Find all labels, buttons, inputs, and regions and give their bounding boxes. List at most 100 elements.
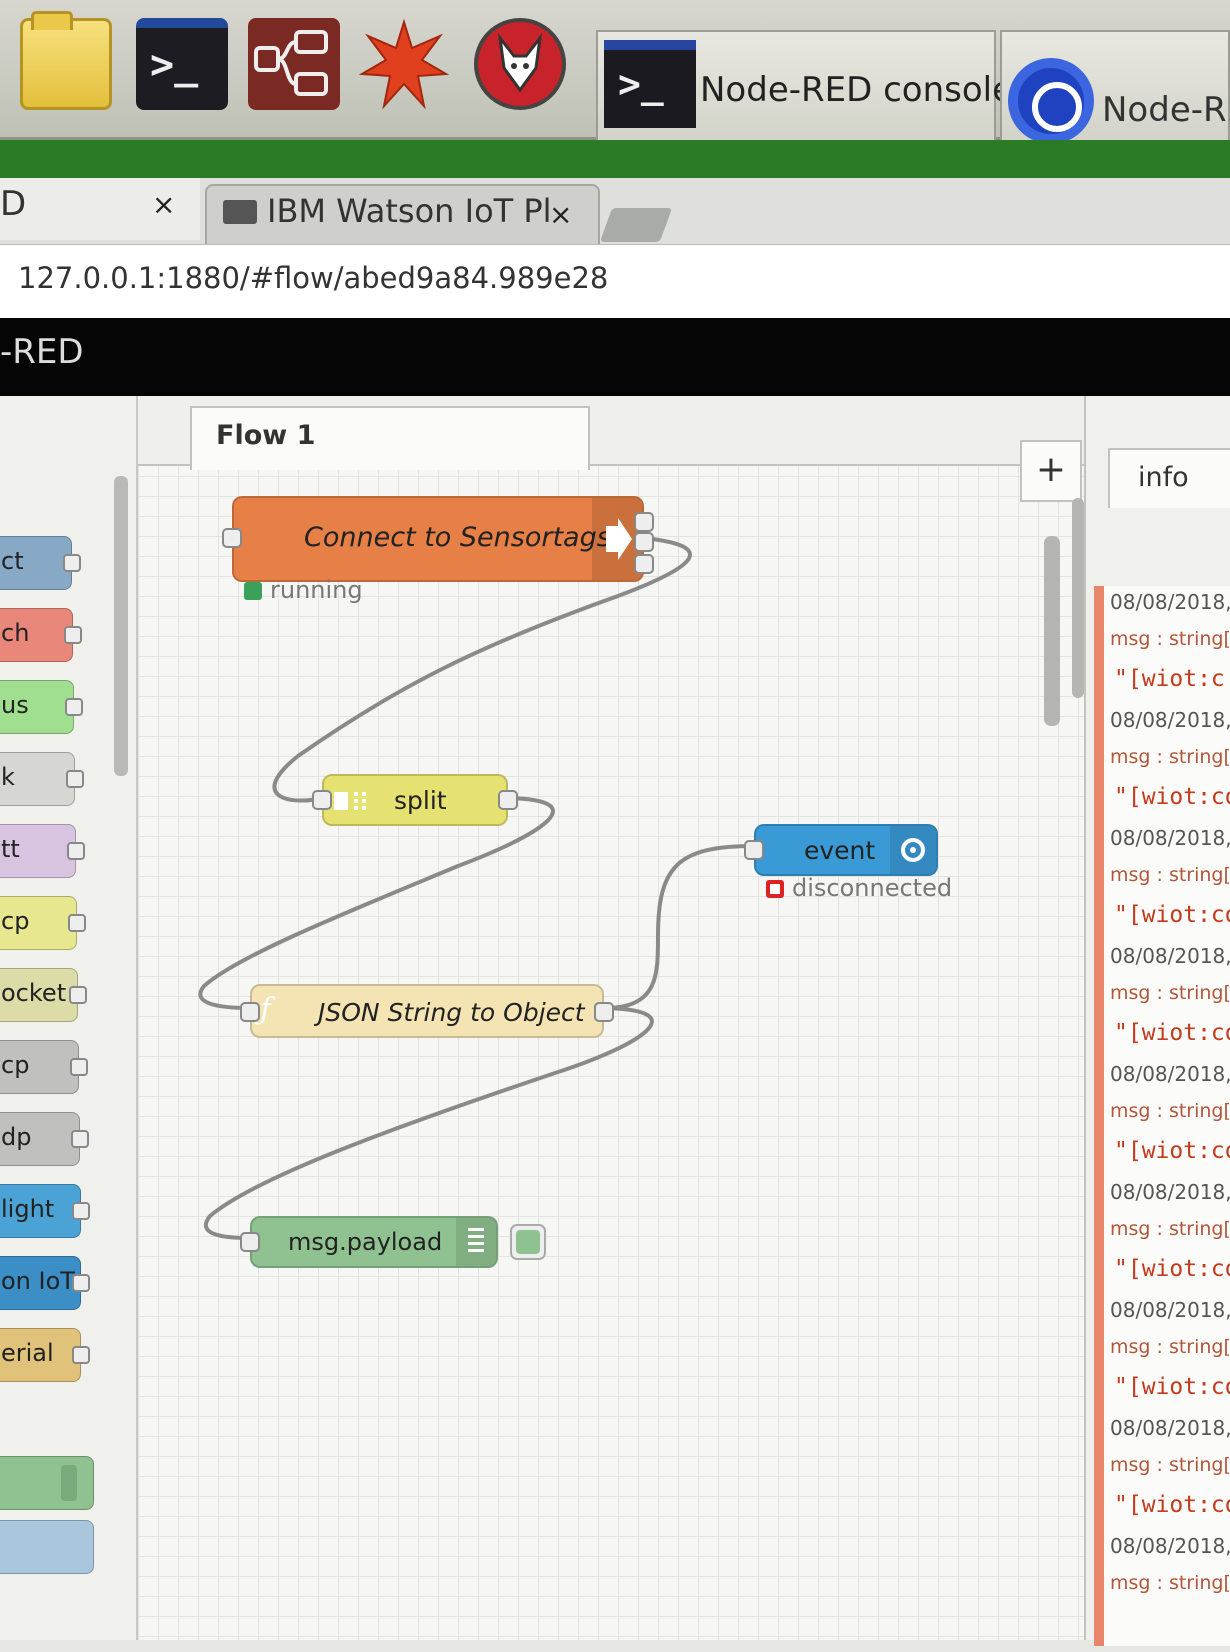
close-icon[interactable]: × bbox=[549, 198, 572, 231]
palette-node[interactable]: erial bbox=[0, 1328, 90, 1382]
debug-message[interactable]: 08/08/2018, 1 msg : string[8 "[wiot:c bbox=[1110, 590, 1230, 708]
output-port bbox=[72, 1202, 90, 1220]
palette-debug-node[interactable] bbox=[0, 1456, 94, 1510]
node-event[interactable]: event bbox=[744, 824, 938, 876]
task-chromium[interactable]: Node-REI bbox=[1000, 30, 1230, 144]
node-json-string-to-object[interactable]: ƒ JSON String to Object bbox=[240, 984, 614, 1038]
debug-meta: msg : string[84] bbox=[1110, 1572, 1230, 1594]
terminal-glyph: >_ bbox=[618, 62, 664, 106]
task-node-red-console[interactable]: >_ Node-RED console bbox=[596, 30, 1013, 140]
output-port bbox=[63, 554, 81, 572]
debug-meta: msg : string[84] bbox=[1110, 1100, 1230, 1122]
node-red-icon-graphic bbox=[254, 30, 328, 96]
palette-node[interactable]: ch bbox=[0, 608, 82, 662]
palette-node[interactable]: k bbox=[0, 752, 84, 806]
palette-node[interactable]: ct bbox=[0, 536, 81, 590]
node-msg-payload-debug[interactable]: msg.payload bbox=[240, 1216, 498, 1268]
debug-value: "[wiot:conne bbox=[1114, 1138, 1230, 1164]
debug-value: "[wiot:c bbox=[1114, 666, 1225, 692]
debug-timestamp: 08/08/2018, 15:49:2 bbox=[1110, 1062, 1230, 1086]
terminal-glyph: >_ bbox=[150, 42, 199, 88]
node-red-header: -RED bbox=[0, 318, 1230, 396]
browser-chrome: D × IBM Watson IoT Pl × 127.0.0.1:1880/#… bbox=[0, 178, 1230, 318]
chip-icon bbox=[901, 838, 925, 862]
palette-node-label: cp bbox=[1, 1051, 30, 1079]
debug-value: "[wiot:connec bbox=[1114, 1256, 1230, 1282]
palette-scrollbar[interactable] bbox=[114, 476, 128, 776]
palette-node-label: us bbox=[1, 691, 29, 719]
debug-value: "[wiot:conn bbox=[1114, 1020, 1230, 1046]
input-port[interactable] bbox=[222, 528, 242, 548]
output-port bbox=[70, 1058, 88, 1076]
debug-message[interactable]: 08/08/2018, 15:49:21 msg : string[84] "[wi… bbox=[1110, 1416, 1230, 1534]
mathematica-icon[interactable] bbox=[358, 18, 450, 110]
debug-value: "[wiot:con bbox=[1114, 902, 1230, 928]
flow-workspace[interactable]: Flow 1 + Connect to Sensortags running s… bbox=[138, 396, 1084, 1640]
input-port[interactable] bbox=[240, 1002, 260, 1022]
wolfram-icon-graphic bbox=[497, 32, 543, 93]
browser-tab-1[interactable]: D × bbox=[0, 178, 200, 240]
debug-message[interactable]: 08/08/2018, 15:49 msg : string[112] "[wiot… bbox=[1110, 944, 1230, 1062]
debug-message[interactable]: 08/08/2018, 15:4 msg : string[84] "[wiot:c… bbox=[1110, 826, 1230, 944]
debug-message[interactable]: 08/08/2018, 15 msg : string[84] "[wiot:co bbox=[1110, 708, 1230, 826]
folder-icon[interactable] bbox=[20, 11, 112, 110]
node-label: split bbox=[394, 786, 447, 815]
debug-message[interactable]: 08/08/2018, 15:49:21 msg : string[84] "[wi… bbox=[1110, 1298, 1230, 1416]
debug-meta: msg : string[84] bbox=[1110, 1218, 1230, 1240]
list-icon-graphic bbox=[468, 1228, 484, 1252]
close-icon[interactable]: × bbox=[152, 188, 175, 221]
input-port[interactable] bbox=[312, 790, 332, 810]
tab-info[interactable]: info bbox=[1108, 448, 1230, 508]
chromium-icon bbox=[1008, 58, 1094, 144]
wolfram-icon[interactable] bbox=[474, 18, 566, 110]
output-port[interactable] bbox=[634, 532, 654, 552]
palette-node[interactable]: cp bbox=[0, 896, 86, 950]
list-icon bbox=[61, 1465, 77, 1501]
wire-json-debug bbox=[203, 1006, 654, 1240]
mathematica-icon-graphic bbox=[358, 18, 450, 110]
tab-label: IBM Watson IoT Pl bbox=[267, 192, 552, 230]
palette-node[interactable]: light bbox=[0, 1184, 90, 1238]
sidebar-scrollbar[interactable] bbox=[1072, 498, 1084, 698]
desktop-background bbox=[0, 140, 1230, 178]
debug-timestamp: 08/08/2018, 15:4 bbox=[1110, 826, 1230, 850]
input-port[interactable] bbox=[240, 1232, 260, 1252]
split-icon-graphic bbox=[334, 792, 366, 810]
debug-toggle-button[interactable] bbox=[510, 1224, 546, 1260]
palette-node[interactable]: on IoT bbox=[0, 1256, 90, 1310]
debug-timestamp: 08/08/2018, 1 bbox=[1110, 590, 1230, 614]
debug-timestamp: 08/08/2018, 15 bbox=[1110, 708, 1230, 732]
node-split[interactable]: split bbox=[312, 774, 518, 826]
debug-meta: msg : string[112] bbox=[1110, 982, 1230, 1004]
palette-node[interactable]: ocket bbox=[0, 968, 87, 1022]
debug-timestamp: 08/08/2018, 15:49:21 bbox=[1110, 1180, 1230, 1204]
output-port[interactable] bbox=[594, 1002, 614, 1022]
app-title: -RED bbox=[0, 332, 84, 372]
browser-tab-2[interactable]: IBM Watson IoT Pl × bbox=[205, 184, 600, 244]
palette-node-label: dp bbox=[1, 1123, 32, 1151]
terminal-icon[interactable]: >_ bbox=[136, 18, 228, 110]
status-text: running bbox=[270, 576, 363, 604]
palette-node[interactable]: dp bbox=[0, 1112, 89, 1166]
node-red-icon[interactable] bbox=[248, 18, 340, 110]
output-port[interactable] bbox=[634, 554, 654, 574]
debug-message[interactable]: 08/08/2018, 15:49:21 msg : string[84] bbox=[1110, 1534, 1230, 1652]
output-port bbox=[69, 986, 87, 1004]
node-connect-to-sensortags[interactable]: Connect to Sensortags bbox=[222, 496, 654, 582]
palette-node[interactable]: tt bbox=[0, 824, 85, 878]
address-bar[interactable]: 127.0.0.1:1880/#flow/abed9a84.989e28 bbox=[0, 244, 1230, 318]
palette-node[interactable]: cp bbox=[0, 1040, 88, 1094]
debug-message[interactable]: 08/08/2018, 15:49:21 msg : string[84] "[wi… bbox=[1110, 1180, 1230, 1298]
output-port[interactable] bbox=[498, 790, 518, 810]
node-palette: ct ch us k tt cp ocket cp dp light on IoT erial bbox=[0, 396, 138, 1640]
sidebar: info 08/08/2018, 1 msg : string[8 "[wiot:c… bbox=[1072, 396, 1230, 1646]
new-tab-button[interactable] bbox=[599, 208, 673, 242]
palette-node[interactable] bbox=[0, 1520, 94, 1574]
palette-node-label: k bbox=[1, 763, 15, 791]
palette-node[interactable]: us bbox=[0, 680, 83, 734]
debug-message[interactable]: 08/08/2018, 15:49:2 msg : string[84] "[wio… bbox=[1110, 1062, 1230, 1180]
input-port[interactable] bbox=[744, 840, 764, 860]
ibm-watson-icon bbox=[223, 200, 257, 224]
output-port bbox=[67, 842, 85, 860]
output-port[interactable] bbox=[634, 512, 654, 532]
